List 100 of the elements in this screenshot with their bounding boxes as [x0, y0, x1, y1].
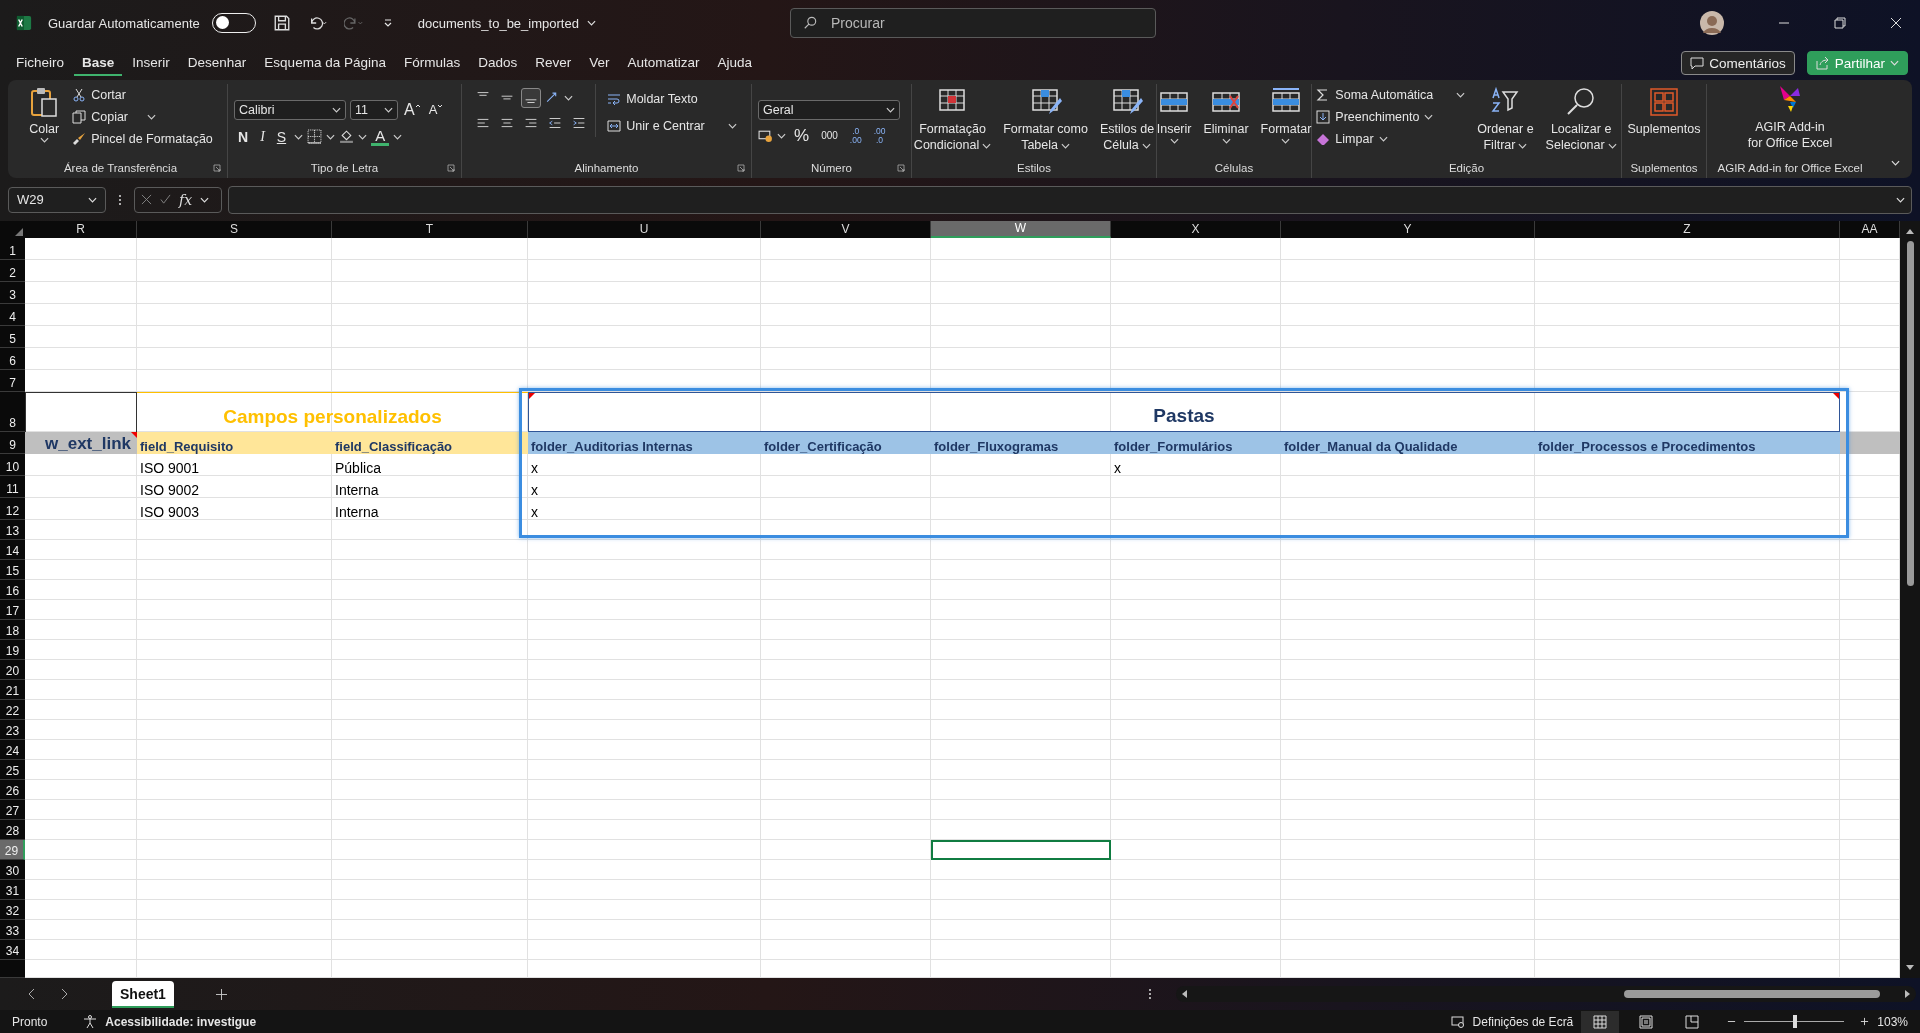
row-header[interactable]: 7 — [0, 370, 25, 392]
fill-button[interactable]: Preenchimento — [1313, 106, 1469, 128]
paste-button[interactable]: Colar — [25, 84, 64, 145]
column-header[interactable]: W — [931, 221, 1111, 238]
row-header[interactable]: 9 — [0, 432, 25, 454]
fill-bucket-icon[interactable] — [339, 129, 355, 144]
formula-field[interactable] — [228, 185, 1912, 214]
row-header[interactable]: 1 — [0, 238, 25, 260]
chevron-down-icon[interactable] — [1891, 160, 1900, 166]
chevron-down-icon[interactable] — [358, 133, 368, 140]
row-header[interactable]: 5 — [0, 326, 25, 348]
scroll-right-icon[interactable] — [1904, 990, 1912, 998]
row-header[interactable]: 14 — [0, 540, 25, 560]
scroll-up-icon[interactable] — [1906, 227, 1914, 235]
find-select-button[interactable]: Localizar e Selecionar — [1542, 84, 1620, 155]
avatar-icon[interactable] — [1700, 11, 1724, 35]
thousands-button[interactable]: 000 — [817, 124, 842, 147]
more-options-icon[interactable] — [118, 192, 122, 207]
percent-button[interactable]: % — [790, 124, 814, 147]
row-header[interactable]: 2 — [0, 260, 25, 282]
file-name[interactable]: documents_to_be_imported — [417, 15, 579, 31]
menu-tab[interactable]: Dados — [470, 50, 526, 76]
dialog-launcher-icon[interactable] — [447, 164, 455, 172]
menu-tab[interactable]: Automatizar — [619, 50, 708, 76]
row-header[interactable]: 24 — [0, 740, 25, 760]
previous-sheet-icon[interactable] — [28, 988, 36, 1000]
grow-font-button[interactable]: A — [402, 98, 423, 121]
autosum-button[interactable]: Soma Automática — [1313, 84, 1469, 106]
close-icon[interactable] — [1890, 17, 1902, 29]
zoom-slider-thumb[interactable] — [1793, 1015, 1798, 1028]
conditional-formatting-button[interactable]: Formatação Condicional — [910, 84, 995, 155]
active-cell[interactable] — [931, 840, 1111, 860]
row-header[interactable]: 12 — [0, 498, 25, 520]
copy-button[interactable]: Copiar — [69, 106, 216, 128]
italic-button[interactable]: I — [256, 125, 269, 148]
row-header[interactable]: 22 — [0, 700, 25, 720]
chevron-down-icon[interactable] — [326, 133, 336, 140]
row-header[interactable]: 33 — [0, 920, 25, 940]
chevron-down-icon[interactable] — [294, 133, 304, 140]
row-header[interactable]: 15 — [0, 560, 25, 580]
name-box[interactable]: W29 — [8, 186, 106, 213]
chevron-down-icon[interactable] — [727, 123, 737, 129]
agir-add-in-button[interactable]: AGIR Add-in for Office Excel — [1737, 84, 1843, 151]
dialog-launcher-icon[interactable] — [213, 164, 221, 172]
column-header[interactable]: R — [25, 221, 137, 238]
row-header[interactable]: 23 — [0, 720, 25, 740]
chevron-down-icon[interactable] — [393, 133, 403, 140]
add-ins-button[interactable]: Suplementos — [1624, 84, 1704, 139]
sort-filter-button[interactable]: Ordenar e Filtrar — [1474, 84, 1537, 155]
scrollbar-thumb[interactable] — [1906, 241, 1914, 586]
clear-button[interactable]: Limpar — [1313, 128, 1469, 150]
decrease-decimal-button[interactable]: .00 .0 — [869, 124, 890, 147]
format-painter-button[interactable]: Pincel de Formatação — [69, 128, 216, 150]
menu-tab[interactable]: Ficheiro — [8, 50, 72, 76]
row-header[interactable]: 8 — [0, 392, 25, 432]
menu-tab[interactable]: Inserir — [124, 50, 178, 76]
column-header[interactable]: Y — [1281, 221, 1535, 238]
font-name-field[interactable]: Calibri — [234, 99, 346, 120]
normal-view-icon[interactable] — [1581, 1010, 1620, 1033]
chevron-down-icon[interactable] — [586, 20, 596, 26]
cut-button[interactable]: Cortar — [69, 84, 216, 106]
wrap-text-button[interactable]: Moldar Texto — [604, 88, 740, 110]
underline-button[interactable]: S — [272, 125, 291, 148]
search-field[interactable]: Procurar — [789, 8, 1156, 38]
restore-icon[interactable] — [1834, 17, 1846, 29]
row-header[interactable]: 13 — [0, 520, 25, 540]
row-header[interactable]: 19 — [0, 640, 25, 660]
menu-tab[interactable]: Desenhar — [179, 50, 255, 76]
chevron-down-icon[interactable] — [1456, 92, 1466, 98]
row-header[interactable]: 31 — [0, 880, 25, 900]
insert-function-button[interactable]: fx — [179, 191, 193, 208]
row-header[interactable]: 3 — [0, 282, 25, 304]
menu-tab[interactable]: Ver — [581, 50, 618, 76]
menu-tab[interactable]: Rever — [527, 50, 580, 76]
currency-icon[interactable] — [758, 128, 773, 143]
font-size-field[interactable]: 11 — [350, 99, 398, 120]
font-color-button[interactable]: A — [371, 127, 390, 146]
scrollbar-thumb[interactable] — [1624, 990, 1880, 998]
display-settings-button[interactable]: Definições de Ecrã — [1472, 1014, 1574, 1029]
row-header[interactable]: 18 — [0, 620, 25, 640]
column-header[interactable]: T — [332, 221, 528, 238]
borders-icon[interactable] — [307, 129, 323, 144]
chevron-down-icon[interactable] — [200, 196, 210, 203]
column-header[interactable]: S — [137, 221, 332, 238]
row-header[interactable]: 20 — [0, 660, 25, 680]
zoom-level[interactable]: 103% — [1877, 1014, 1908, 1029]
row-header[interactable]: 6 — [0, 348, 25, 370]
next-sheet-icon[interactable] — [60, 988, 68, 1000]
chevron-down-icon[interactable] — [1896, 196, 1905, 203]
row-header[interactable]: 21 — [0, 680, 25, 700]
confirm-icon[interactable] — [160, 194, 171, 205]
chevron-down-icon[interactable] — [777, 132, 786, 139]
merge-center-button[interactable]: Unir e Centrar — [604, 115, 740, 137]
dialog-launcher-icon[interactable] — [897, 164, 905, 172]
row-header[interactable]: 4 — [0, 304, 25, 326]
comments-button[interactable]: Comentários — [1681, 51, 1795, 75]
row-header[interactable]: 11 — [0, 476, 25, 498]
horizontal-scrollbar[interactable] — [1176, 986, 1916, 1002]
delete-cells-button[interactable]: Eliminar — [1200, 84, 1252, 146]
shrink-font-button[interactable]: A — [426, 98, 446, 121]
